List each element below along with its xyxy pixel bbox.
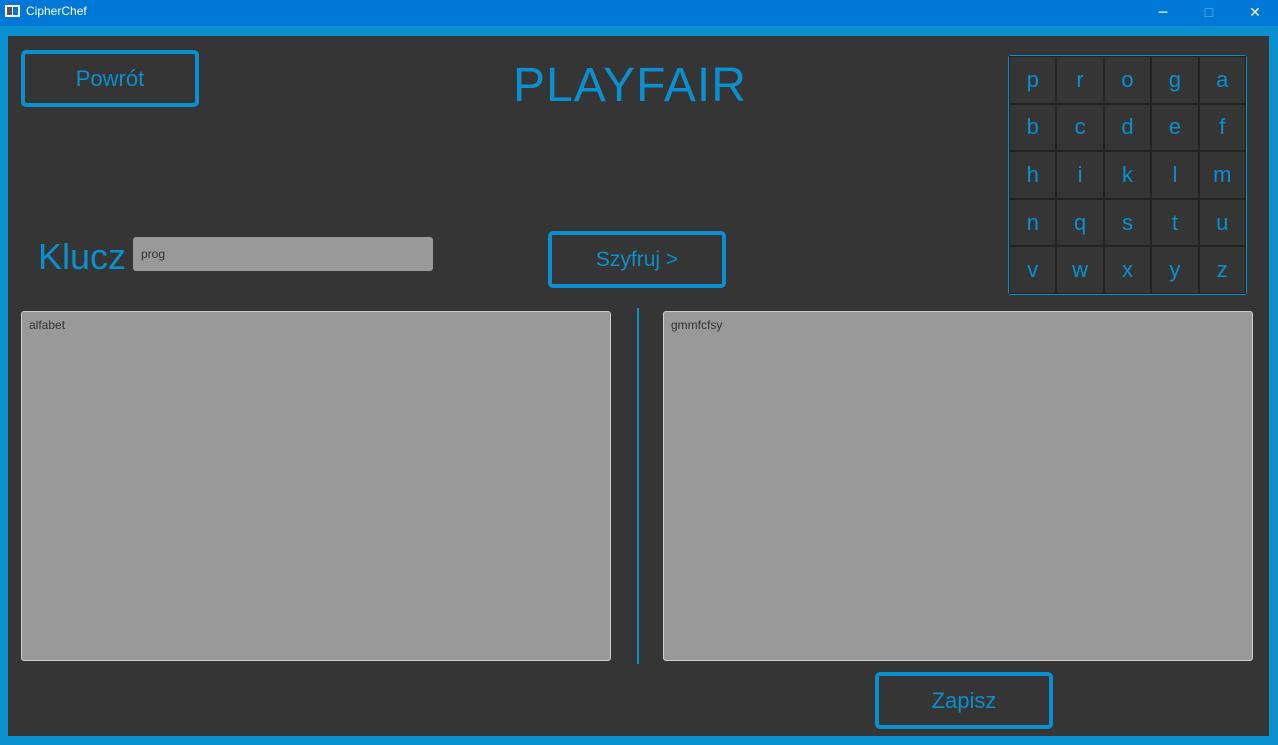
ciphertext-area[interactable]: gmmfcfsy — [663, 311, 1253, 661]
playfair-grid: p r o g a b c d e f h i k l m n q s t u … — [1008, 55, 1247, 295]
grid-cell: l — [1151, 151, 1199, 199]
save-button[interactable]: Zapisz — [875, 672, 1053, 729]
minimize-icon[interactable]: ─ — [1140, 0, 1186, 26]
key-input[interactable]: prog — [133, 237, 433, 271]
close-icon[interactable]: ✕ — [1232, 0, 1278, 26]
maximize-icon[interactable]: ☐ — [1186, 0, 1232, 26]
grid-cell: g — [1151, 56, 1199, 104]
grid-cell: z — [1198, 246, 1246, 294]
grid-cell: o — [1103, 56, 1152, 104]
key-label: Klucz — [38, 236, 127, 277]
grid-cell: f — [1198, 103, 1246, 152]
grid-cell: w — [1056, 246, 1104, 294]
grid-cell: v — [1009, 246, 1057, 294]
grid-cell: y — [1151, 246, 1199, 294]
grid-cell: u — [1198, 198, 1246, 247]
grid-cell: b — [1009, 103, 1057, 152]
page-title: PLAYFAIR — [513, 59, 747, 112]
grid-cell: c — [1056, 103, 1104, 152]
grid-cell: r — [1056, 56, 1104, 104]
grid-cell: i — [1056, 151, 1104, 199]
divider — [637, 308, 639, 664]
grid-cell: a — [1198, 56, 1246, 104]
grid-cell: m — [1198, 151, 1246, 199]
back-button[interactable]: Powrót — [21, 50, 199, 107]
grid-cell: h — [1009, 151, 1057, 199]
grid-cell: t — [1151, 198, 1199, 247]
encrypt-button[interactable]: Szyfruj > — [548, 231, 726, 288]
plaintext-area[interactable]: alfabet — [21, 311, 611, 661]
grid-cell: d — [1103, 103, 1152, 152]
main-panel: Powrót PLAYFAIR Klucz prog Szyfruj > p r… — [8, 36, 1269, 736]
grid-cell: e — [1151, 103, 1199, 152]
grid-cell: p — [1009, 56, 1057, 104]
grid-cell: n — [1009, 198, 1057, 247]
window-title: CipherChef — [26, 4, 87, 18]
app-icon — [5, 5, 20, 17]
grid-cell: x — [1103, 246, 1152, 294]
title-bar[interactable]: CipherChef ─ ☐ ✕ — [0, 0, 1278, 26]
grid-cell: q — [1056, 198, 1104, 247]
grid-cell: k — [1103, 151, 1152, 199]
grid-cell: s — [1103, 198, 1152, 247]
